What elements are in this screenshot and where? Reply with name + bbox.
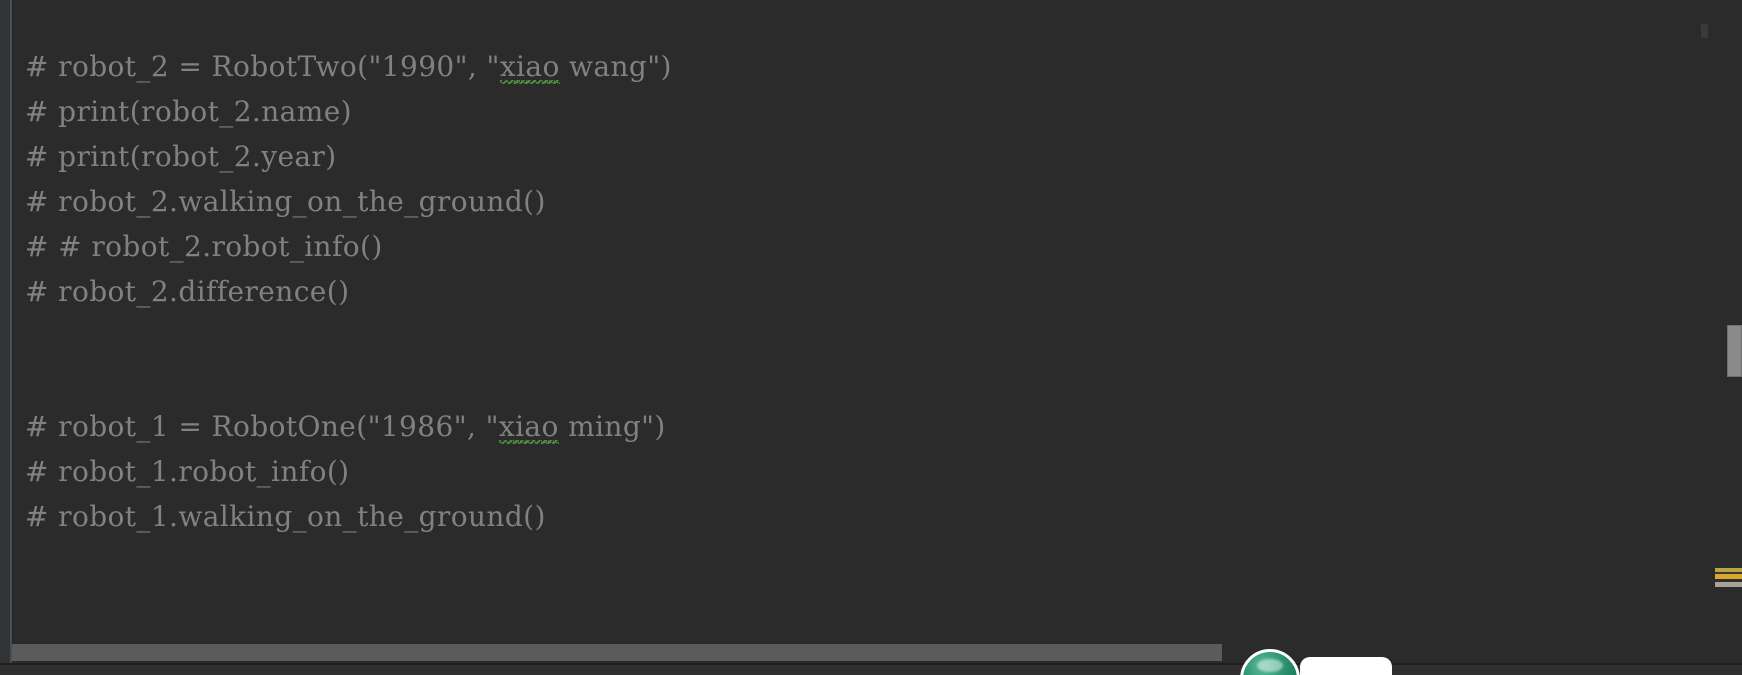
code-line-9-prefix: # robot_1 = RobotOne("1986", " [25,410,499,443]
code-line-5[interactable]: # # robot_2.robot_info() [25,224,383,269]
app-icon-gloss-highlight [1257,659,1283,672]
editor-gutter[interactable] [0,0,10,675]
code-editor-window: # robot_2 = RobotTwo("1990", "xiao wang"… [0,0,1742,675]
code-line-4[interactable]: # robot_2.walking_on_the_ground() [25,179,546,224]
code-line-2-text: # print(robot_2.name) [25,95,352,128]
spellcheck-word-xiao-2[interactable]: xiao [498,404,559,449]
taskbar-popup-panel[interactable] [1300,657,1392,675]
code-line-9-suffix: ming") [558,410,666,443]
horizontal-scrollbar-thumb[interactable] [12,644,1222,661]
code-line-9[interactable]: # robot_1 = RobotOne("1986", "xiao ming"… [25,404,666,449]
code-line-10[interactable]: # robot_1.robot_info() [25,449,349,494]
spellcheck-word-xiao-1[interactable]: xiao [499,44,560,89]
editor-bottom-strip [0,665,1742,675]
code-line-6[interactable]: # robot_2.difference() [25,269,349,314]
code-text-area[interactable]: # robot_2 = RobotTwo("1990", "xiao wang"… [13,0,1742,675]
code-line-3[interactable]: # print(robot_2.year) [25,134,337,179]
code-line-10-text: # robot_1.robot_info() [25,455,350,488]
vertical-scrollbar-thumb[interactable] [1727,325,1742,377]
inspection-marker-icon[interactable] [1701,24,1708,38]
code-line-2[interactable]: # print(robot_2.name) [25,89,352,134]
code-line-5-text: # # robot_2.robot_info() [25,230,383,263]
code-line-11[interactable]: # robot_1.walking_on_the_ground() [25,494,546,539]
code-line-11-text: # robot_1.walking_on_the_ground() [25,500,546,533]
code-line-3-text: # print(robot_2.year) [25,140,337,173]
code-line-6-text: # robot_2.difference() [25,275,350,308]
warning-marker-stripe-5 [1715,582,1742,587]
code-line-1-prefix: # robot_2 = RobotTwo("1990", " [25,50,500,83]
code-line-1-suffix: wang") [559,50,672,83]
warning-marker[interactable] [1715,568,1742,588]
code-line-4-text: # robot_2.walking_on_the_ground() [25,185,546,218]
code-line-1[interactable]: # robot_2 = RobotTwo("1990", "xiao wang"… [25,44,672,89]
